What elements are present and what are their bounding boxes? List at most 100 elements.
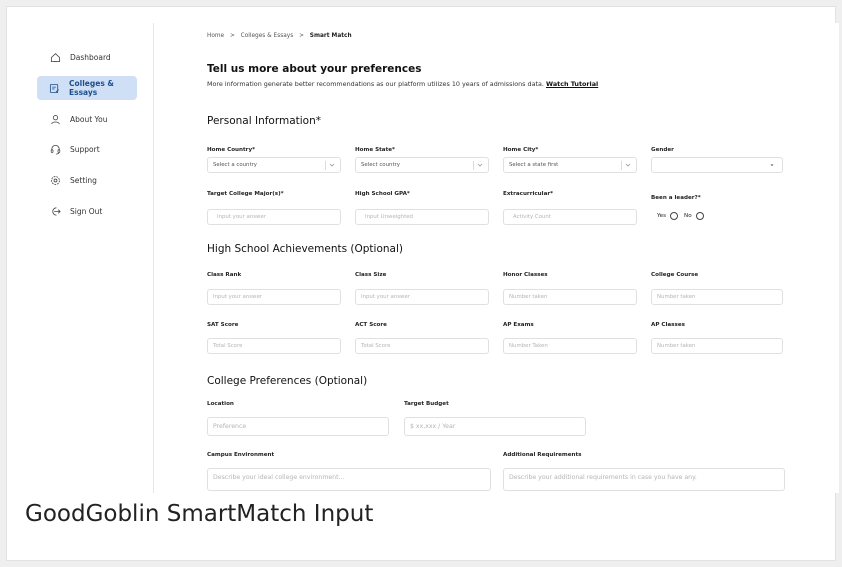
leader-yes-radio[interactable] [670, 212, 679, 220]
honor-classes-placeholder: Number taken [509, 294, 548, 300]
gpa-placeholder: Input Unweighted [365, 214, 413, 220]
sidebar-item-sign-out[interactable]: Sign Out [37, 199, 137, 223]
sidebar-item-support[interactable]: Support [37, 137, 137, 161]
sidebar-item-about-you[interactable]: About You [37, 107, 137, 131]
sign-out-icon [49, 205, 61, 217]
major-input[interactable]: Input your answer [207, 209, 341, 225]
breadcrumb: Home > Colleges & Essays > Smart Match [207, 33, 352, 39]
class-size-input[interactable]: Input your answer [355, 289, 489, 305]
ap-classes-input[interactable]: Number taken [651, 338, 783, 354]
home-city-select[interactable]: Select a state first [503, 157, 637, 173]
chevron-down-icon [328, 161, 336, 171]
section-title-achievements: High School Achievements (Optional) [207, 243, 403, 255]
budget-input[interactable]: $ xx,xxx / Year [404, 417, 586, 436]
act-placeholder: Total Score [361, 343, 391, 349]
ap-classes-placeholder: Number taken [657, 343, 696, 349]
caret-down-icon [768, 161, 776, 171]
breadcrumb-home[interactable]: Home [207, 33, 224, 39]
major-label: Target College Major(s)* [207, 191, 284, 197]
additional-label: Additional Requirements [503, 452, 582, 458]
sidebar-item-label: Setting [70, 175, 97, 185]
sidebar-item-setting[interactable]: Setting [37, 168, 137, 192]
home-city-label: Home City* [503, 147, 539, 153]
class-rank-input[interactable]: Input your answer [207, 289, 341, 305]
screenshot-caption: GoodGoblin SmartMatch Input [25, 501, 374, 527]
sidebar-item-label: Dashboard [70, 52, 111, 62]
gender-select[interactable] [651, 157, 783, 173]
sidebar-item-label: About You [70, 114, 108, 124]
sat-label: SAT Score [207, 322, 239, 328]
sidebar: Dashboard Colleges & Essays About You Su… [23, 23, 154, 493]
class-rank-label: Class Rank [207, 272, 242, 278]
ap-exams-input[interactable]: Number Taken [503, 338, 637, 354]
extracurricular-label: Extracurricular* [503, 191, 554, 197]
college-course-input[interactable]: Number taken [651, 289, 783, 305]
ap-exams-placeholder: Number Taken [509, 343, 548, 349]
home-state-value: Select country [361, 162, 400, 168]
breadcrumb-current: Smart Match [309, 33, 352, 39]
location-label: Location [207, 401, 234, 407]
select-divider [473, 161, 474, 170]
sidebar-item-label: Support [70, 144, 100, 154]
act-input[interactable]: Total Score [355, 338, 489, 354]
campus-textarea[interactable]: Describe your ideal college environment.… [207, 468, 491, 491]
chevron-down-icon [624, 161, 632, 171]
honor-classes-label: Honor Classes [503, 272, 548, 278]
home-icon [49, 51, 61, 63]
user-icon [49, 113, 61, 125]
app-window: Dashboard Colleges & Essays About You Su… [23, 23, 839, 493]
college-course-placeholder: Number taken [657, 294, 696, 300]
section-title-preferences: College Preferences (Optional) [207, 375, 368, 387]
watch-tutorial-link[interactable]: Watch Tutorial [546, 80, 598, 88]
sidebar-item-colleges-essays[interactable]: Colleges & Essays [37, 76, 137, 100]
headset-icon [49, 143, 61, 155]
sat-placeholder: Total Score [213, 343, 243, 349]
gender-label: Gender [651, 147, 674, 153]
document-icon [49, 82, 60, 94]
gpa-input[interactable]: Input Unweighted [355, 209, 489, 225]
location-input[interactable]: Preference [207, 417, 389, 436]
additional-textarea[interactable]: Describe your additional requirements in… [503, 468, 785, 491]
campus-placeholder: Describe your ideal college environment.… [213, 474, 345, 481]
leader-no-radio[interactable] [695, 212, 704, 220]
sidebar-item-label: Sign Out [70, 206, 103, 216]
act-label: ACT Score [355, 322, 387, 328]
page-title: Tell us more about your preferences [207, 63, 422, 75]
section-title-personal: Personal Information* [207, 115, 322, 127]
select-divider [325, 161, 326, 170]
breadcrumb-separator: > [229, 33, 235, 39]
additional-placeholder: Describe your additional requirements in… [509, 474, 697, 481]
gear-icon [49, 174, 61, 186]
class-size-label: Class Size [355, 272, 387, 278]
screenshot-frame: Dashboard Colleges & Essays About You Su… [6, 6, 839, 561]
sat-input[interactable]: Total Score [207, 338, 341, 354]
home-city-value: Select a state first [509, 162, 559, 168]
select-divider [621, 161, 622, 170]
budget-label: Target Budget [404, 401, 449, 407]
page-subtitle: More information generate better recomme… [207, 80, 598, 88]
breadcrumb-separator: > [299, 33, 304, 39]
sidebar-item-dashboard[interactable]: Dashboard [37, 45, 137, 69]
leader-no-label: No [684, 213, 692, 219]
home-country-select[interactable]: Select a country [207, 157, 341, 173]
subtitle-text: More information generate better recomme… [207, 80, 544, 88]
leader-radio-group: Yes No [657, 212, 710, 220]
home-country-value: Select a country [213, 162, 257, 168]
leader-yes-label: Yes [657, 213, 667, 219]
campus-label: Campus Environment [207, 452, 275, 458]
college-course-label: College Course [651, 272, 699, 278]
extracurricular-placeholder: Activity Count [513, 214, 551, 220]
leader-label: Been a leader?* [651, 195, 701, 201]
extracurricular-input[interactable]: Activity Count [503, 209, 637, 225]
major-placeholder: Input your answer [217, 214, 266, 220]
gpa-label: High School GPA* [355, 191, 410, 197]
ap-classes-label: AP Classes [651, 322, 685, 328]
sidebar-item-label: Colleges & Essays [69, 79, 114, 97]
class-rank-placeholder: Input your answer [213, 294, 262, 300]
main-content: Home > Colleges & Essays > Smart Match T… [153, 23, 839, 493]
class-size-placeholder: Input your answer [361, 294, 410, 300]
home-state-label: Home State* [355, 147, 395, 153]
honor-classes-input[interactable]: Number taken [503, 289, 637, 305]
breadcrumb-colleges[interactable]: Colleges & Essays [241, 33, 294, 39]
home-state-select[interactable]: Select country [355, 157, 489, 173]
